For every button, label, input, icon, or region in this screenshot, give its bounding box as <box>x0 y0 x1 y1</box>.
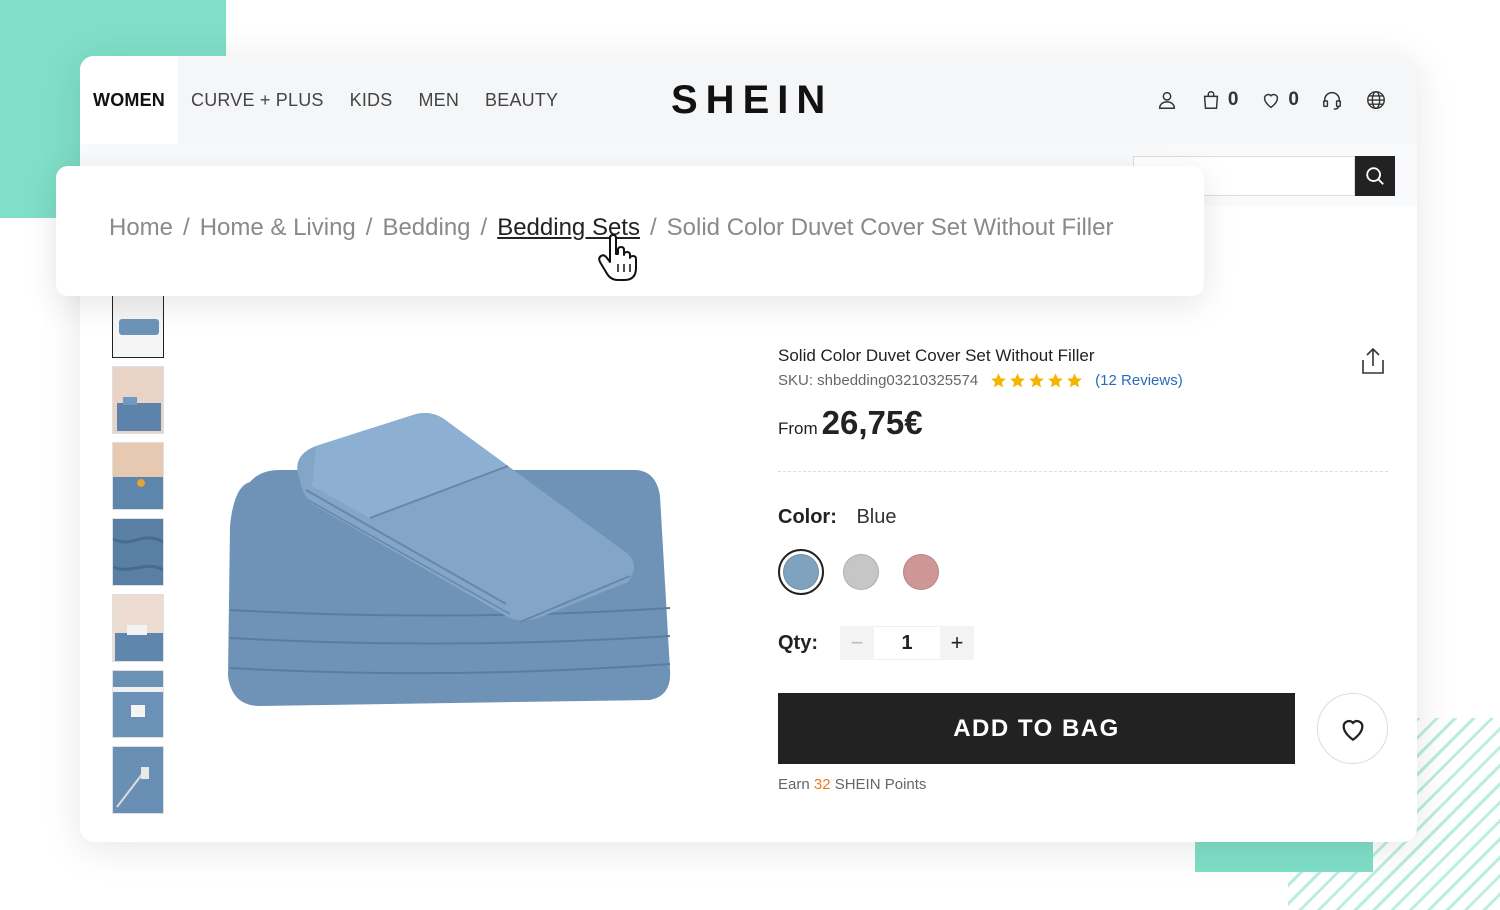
divider <box>778 471 1388 472</box>
breadcrumb-separator: / <box>183 214 190 241</box>
star-icon <box>1010 373 1026 388</box>
color-row: Color: Blue <box>778 506 896 529</box>
user-icon <box>1158 91 1175 109</box>
thumbnail-2[interactable] <box>112 366 164 434</box>
breadcrumb-home[interactable]: Home <box>109 214 173 242</box>
swatch-blue[interactable] <box>778 549 824 595</box>
header-actions: 0 0 <box>1156 56 1387 144</box>
color-value: Blue <box>856 506 897 528</box>
thumbnail-gallery <box>112 290 164 814</box>
price-prefix: From <box>778 419 818 438</box>
star-icon <box>1048 373 1064 388</box>
thumbnail-1[interactable] <box>112 290 164 358</box>
bag-button[interactable]: 0 <box>1200 89 1239 111</box>
nav-item-women[interactable]: WOMEN <box>80 56 178 144</box>
qty-decrease-button[interactable]: − <box>840 626 874 660</box>
points-text: Earn 32 SHEIN Points <box>778 776 926 793</box>
quantity-row: Qty: − 1 + <box>778 626 974 660</box>
star-rating[interactable] <box>990 372 1083 389</box>
site-header: WOMEN CURVE + PLUS KIDS MEN BEAUTY SHEIN… <box>80 56 1417 144</box>
points-value: 32 <box>813 776 831 793</box>
category-nav: WOMEN CURVE + PLUS KIDS MEN BEAUTY <box>80 56 571 144</box>
shopping-bag-icon <box>1203 91 1219 109</box>
star-icon <box>1029 373 1045 388</box>
globe-icon <box>1367 91 1385 109</box>
shein-logo[interactable]: SHEIN <box>671 78 833 123</box>
wishlist-count: 0 <box>1288 89 1299 110</box>
color-swatches <box>778 549 944 595</box>
price-row: From 26,75€ <box>778 404 923 442</box>
add-to-wishlist-button[interactable] <box>1317 693 1388 764</box>
quantity-stepper: − 1 + <box>840 626 974 660</box>
thumbnail-3[interactable] <box>112 442 164 510</box>
product-title: Solid Color Duvet Cover Set Without Fill… <box>778 346 1095 365</box>
nav-item-men[interactable]: MEN <box>405 56 472 144</box>
sku-rating-row: SKU: shbedding03210325574 (12 Reviews) <box>778 372 1183 389</box>
breadcrumb-separator: / <box>480 214 488 241</box>
share-icon <box>1362 347 1384 374</box>
nav-item-beauty[interactable]: BEAUTY <box>472 56 571 144</box>
points-suffix: SHEIN Points <box>834 776 927 793</box>
product-price: 26,75€ <box>821 404 923 441</box>
qty-label: Qty: <box>778 631 818 654</box>
sku-text: SKU: shbedding03210325574 <box>778 372 979 389</box>
color-label: Color: <box>778 506 837 528</box>
account-button[interactable] <box>1156 89 1178 111</box>
thumbnail-7[interactable] <box>112 746 164 814</box>
thumbnail-5[interactable] <box>112 594 164 662</box>
main-product-image <box>220 386 680 721</box>
search-button[interactable] <box>1355 156 1395 196</box>
qty-value[interactable]: 1 <box>874 626 940 660</box>
headset-icon <box>1323 92 1341 110</box>
nav-item-kids[interactable]: KIDS <box>337 56 406 144</box>
points-prefix: Earn <box>778 776 810 793</box>
language-button[interactable] <box>1365 89 1387 111</box>
star-icon <box>1067 373 1083 388</box>
share-button[interactable] <box>1360 346 1386 381</box>
breadcrumb-separator: / <box>649 214 657 241</box>
reviews-link[interactable]: (12 Reviews) <box>1095 372 1183 389</box>
add-to-bag-button[interactable]: ADD TO BAG <box>778 693 1295 764</box>
wishlist-button[interactable]: 0 <box>1260 89 1299 111</box>
nav-item-curve-plus[interactable]: CURVE + PLUS <box>178 56 337 144</box>
support-button[interactable] <box>1321 89 1343 111</box>
swatch-pink[interactable] <box>898 549 944 595</box>
swatch-gray[interactable] <box>838 549 884 595</box>
search-icon <box>1366 167 1384 185</box>
heart-icon <box>1264 93 1279 109</box>
qty-increase-button[interactable]: + <box>940 626 974 660</box>
breadcrumb-current-product: Solid Color Duvet Cover Set Without Fill… <box>666 214 1114 241</box>
breadcrumb-bedding[interactable]: Bedding <box>382 214 470 242</box>
star-icon <box>991 373 1007 388</box>
thumbnail-6[interactable] <box>112 670 164 738</box>
heart-icon <box>1342 719 1363 741</box>
bag-count: 0 <box>1227 89 1239 110</box>
thumbnail-4[interactable] <box>112 518 164 586</box>
hand-pointer-cursor-icon <box>596 234 640 287</box>
breadcrumb-home-living[interactable]: Home & Living <box>200 214 356 242</box>
breadcrumb-separator: / <box>365 214 373 241</box>
